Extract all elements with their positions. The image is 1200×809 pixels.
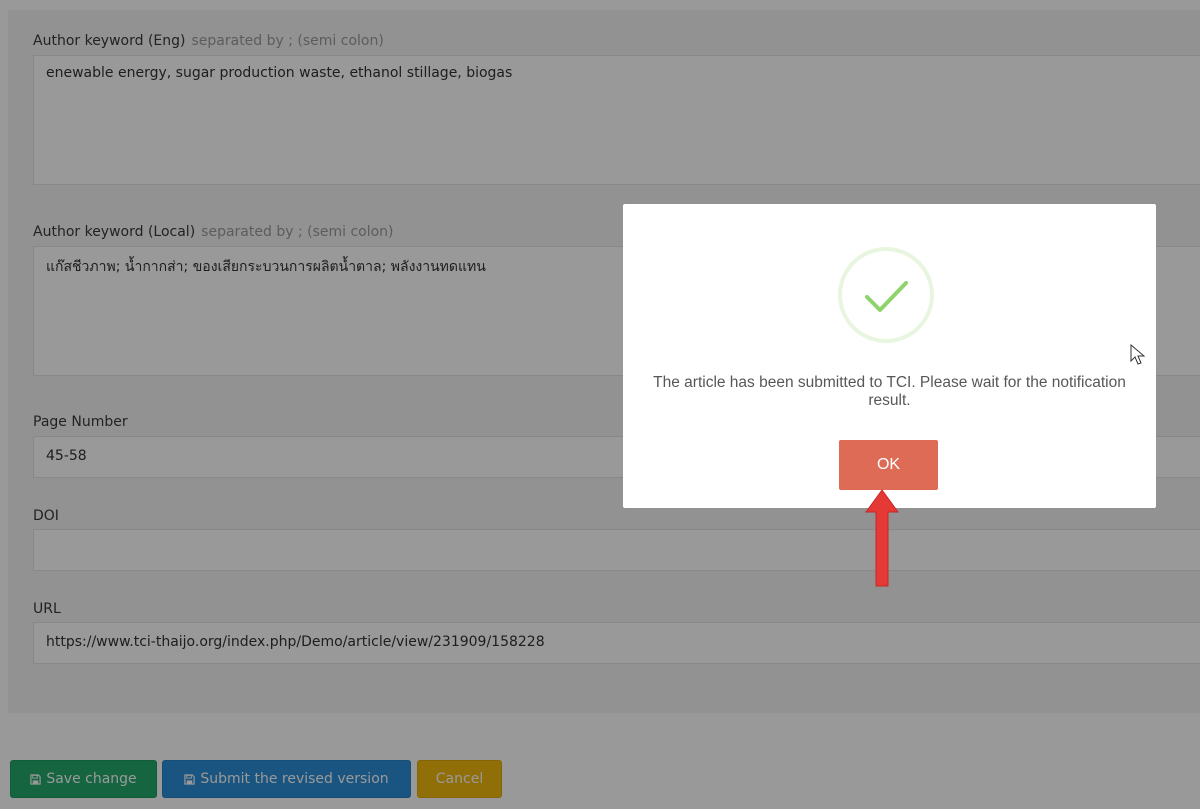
success-message: The article has been submitted to TCI. P… bbox=[653, 374, 1126, 409]
mouse-cursor-icon bbox=[1130, 344, 1146, 365]
ok-button[interactable]: OK bbox=[839, 440, 938, 490]
ok-label: OK bbox=[876, 456, 901, 473]
red-arrow-pointer-icon bbox=[865, 489, 899, 587]
success-check-icon bbox=[838, 247, 934, 343]
page: Author keyword (Eng) separated by ; (semi… bbox=[0, 0, 1200, 809]
success-dialog: The article has been submitted to TCI. P… bbox=[623, 204, 1156, 508]
